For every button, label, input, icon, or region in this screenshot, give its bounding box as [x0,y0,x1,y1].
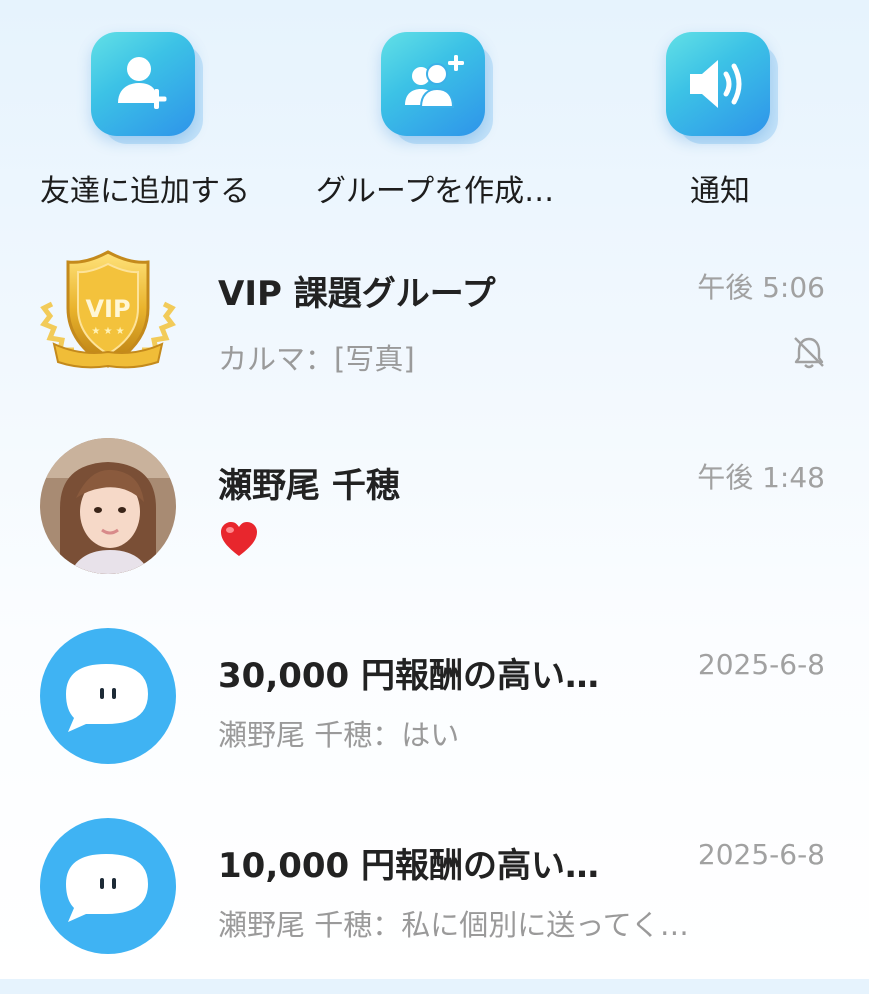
create-group-label: グループを作成… [315,174,555,209]
chat-time: 2025-6-8 [697,648,825,681]
create-group-tile [375,26,495,146]
notification-tile [660,26,780,146]
chat-preview: 瀬野尾 千穂：はい [218,718,460,752]
chat-time: 午後 5:06 [697,271,825,304]
chat-name: 瀬野尾 千穂 [218,466,400,506]
user-photo-avatar [40,438,176,574]
chat-bubble-avatar [40,628,176,764]
chat-preview: 瀬野尾 千穂：私に個別に送ってく… [218,908,689,942]
notification-action[interactable]: 通知 [585,0,855,230]
create-group-action[interactable]: グループを作成… [300,0,570,230]
chat-item-user[interactable]: 瀬野尾 千穂 午後 1:48 [0,436,869,616]
create-group-icon [405,55,464,108]
notification-label: 通知 [690,174,750,209]
chat-name: 30,000 円報酬の高い… [218,656,600,696]
vip-shield-avatar: VIP ★ ★ ★ [40,246,176,382]
mute-bell-icon [794,337,824,369]
chat-time: 2025-6-8 [697,838,825,871]
add-friend-action[interactable]: 友達に追加する [10,0,280,230]
heart-icon [221,522,257,556]
chat-item-group-30000[interactable]: 30,000 円報酬の高い… 2025-6-8 瀬野尾 千穂：はい [0,624,869,804]
chat-name: 10,000 円報酬の高い… [218,846,600,886]
svg-text:VIP: VIP [85,295,130,323]
chat-item-group-10000[interactable]: 10,000 円報酬の高い… 2025-6-8 瀬野尾 千穂：私に個別に送ってく… [0,814,869,994]
chat-preview: カルマ：[写真] [218,342,415,376]
speaker-icon [690,60,742,108]
quick-actions: 友達に追加する グループを作成… 通知 [0,0,869,230]
chat-item-vip-group[interactable]: VIP ★ ★ ★ VIP 課題グループ 午後 5:06 カルマ：[写真] [0,240,869,420]
chat-bubble-icon [40,818,176,954]
add-friend-icon [118,57,167,109]
vip-shield-icon: VIP ★ ★ ★ [40,250,176,369]
user-photo-icon [40,438,176,574]
chat-time: 午後 1:48 [697,461,825,494]
add-friend-tile [85,26,205,146]
chat-bubble-icon [40,628,176,764]
add-friend-label: 友達に追加する [40,174,250,209]
svg-text:★ ★ ★: ★ ★ ★ [91,326,124,337]
chat-preview [218,520,260,567]
chat-name: VIP 課題グループ [218,274,496,314]
chat-bubble-avatar [40,818,176,954]
